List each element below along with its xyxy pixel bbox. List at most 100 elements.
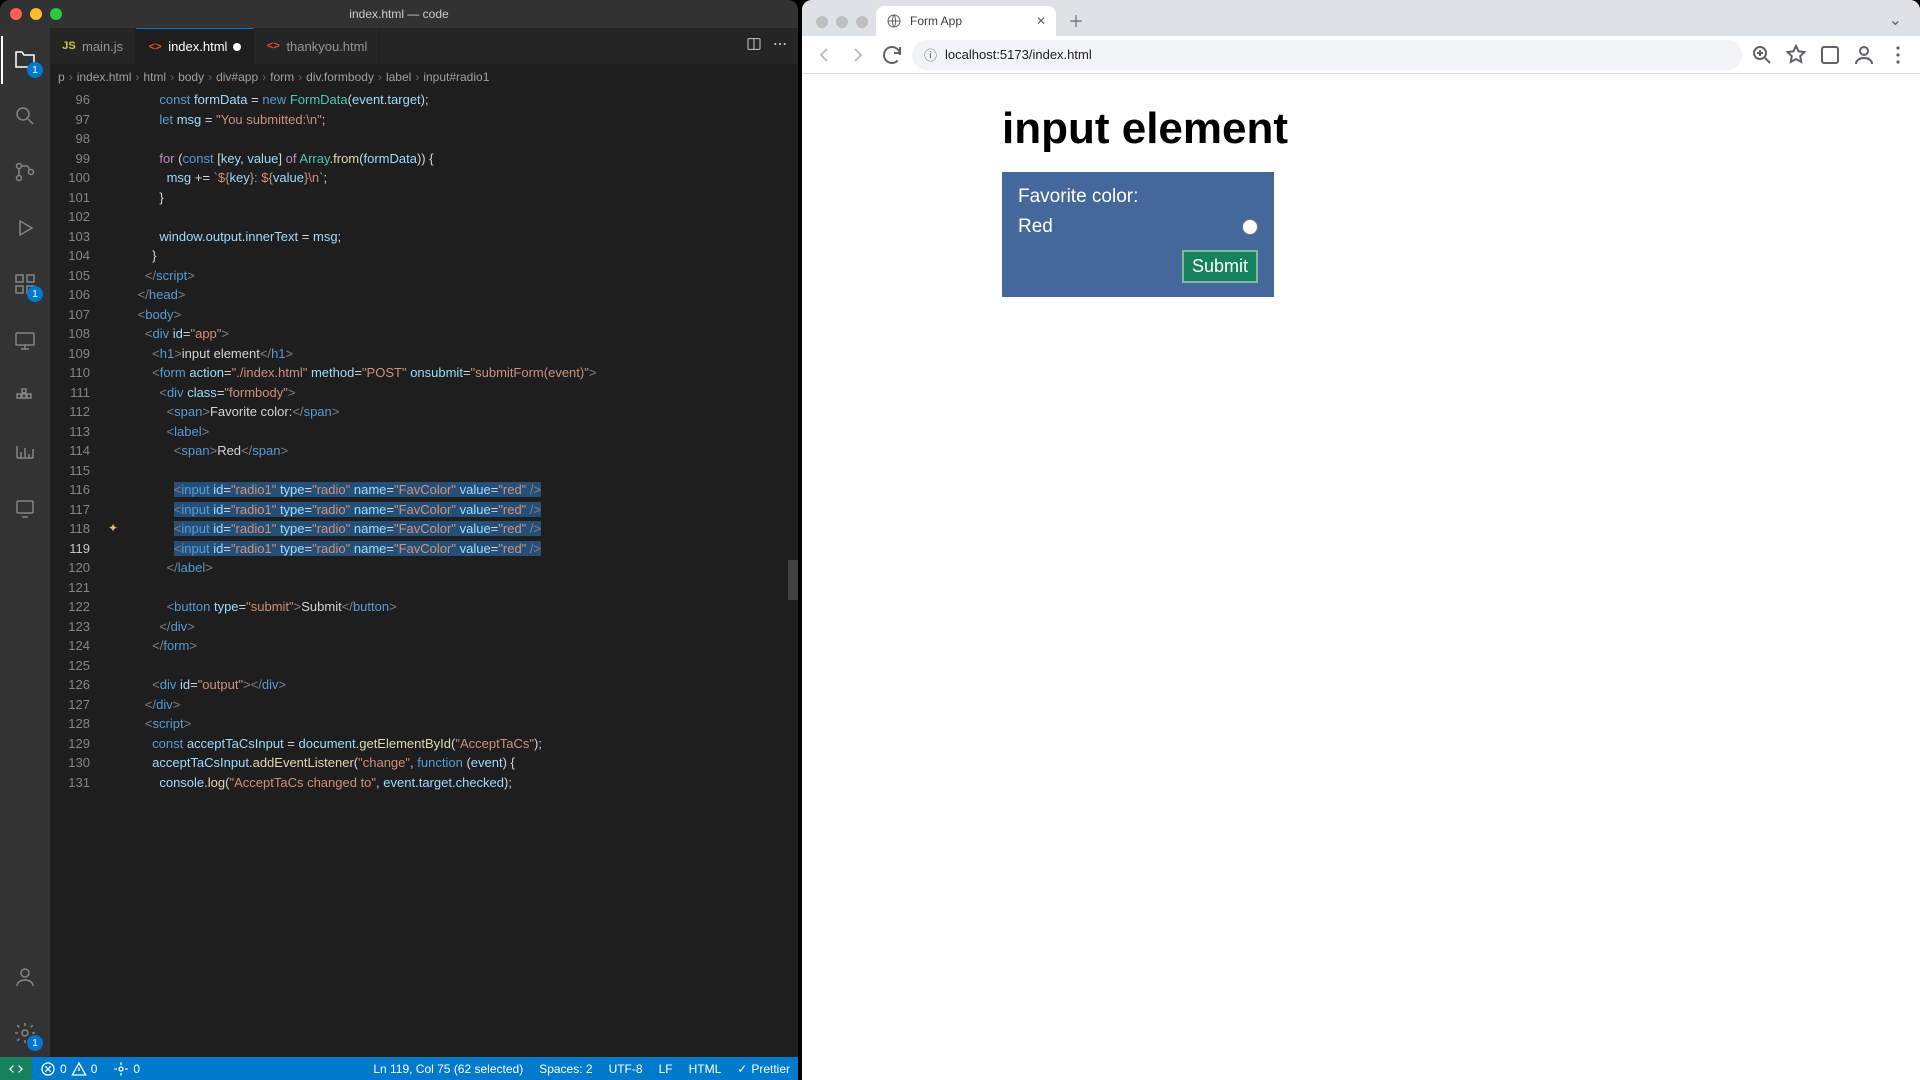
browser-tab[interactable]: Form App ✕ [876, 6, 1056, 36]
code-line[interactable]: <form action="./index.html" method="POST… [106, 363, 788, 383]
graph-icon[interactable] [1, 428, 49, 476]
explorer-icon[interactable]: 1 [1, 36, 49, 84]
code-line[interactable]: <h1>input element</h1> [106, 344, 788, 364]
status-eol[interactable]: LF [651, 1057, 681, 1080]
code-line[interactable]: <div class="formbody"> [106, 383, 788, 403]
code-line[interactable]: <div id="app"> [106, 324, 788, 344]
scrollbar[interactable] [788, 90, 798, 1057]
breadcrumb-item[interactable]: body [178, 70, 204, 84]
live-share-icon[interactable] [1, 484, 49, 532]
address-bar[interactable]: ⓘ localhost:5173/index.html [912, 40, 1742, 70]
remote-explorer-icon[interactable] [1, 316, 49, 364]
breadcrumb-item[interactable]: input#radio1 [423, 70, 489, 84]
code-line[interactable]: <script> [106, 714, 788, 734]
browser-close-icon[interactable] [816, 16, 828, 28]
code-editor[interactable]: 9697989910010110210310410510610710810911… [50, 90, 798, 1057]
code-line[interactable]: </label> [106, 558, 788, 578]
lightbulb-icon[interactable]: ✦ [108, 519, 118, 539]
status-spaces[interactable]: Spaces: 2 [531, 1057, 600, 1080]
code-line[interactable]: for (const [key, value] of Array.from(fo… [106, 149, 788, 169]
code-line[interactable]: const formData = new FormData(event.targ… [106, 90, 788, 110]
code-line[interactable] [106, 656, 788, 676]
minimize-window-icon[interactable] [30, 8, 42, 20]
code-line[interactable]: <input id="radio1" type="radio" name="Fa… [106, 519, 788, 539]
breadcrumb-item[interactable]: div#app [216, 70, 258, 84]
browser-traffic-lights [810, 16, 876, 36]
breadcrumbs[interactable]: p›index.html›html›body›div#app›form›div.… [50, 64, 798, 90]
status-language[interactable]: HTML [681, 1057, 730, 1080]
code-line[interactable]: <body> [106, 305, 788, 325]
editor-tab-thankyou-html[interactable]: <>thankyou.html [254, 28, 380, 64]
browser-zoom-icon[interactable] [856, 16, 868, 28]
code-line[interactable]: acceptTaCsInput.addEventListener("change… [106, 753, 788, 773]
back-icon[interactable] [810, 41, 838, 69]
close-window-icon[interactable] [10, 8, 22, 20]
code-line[interactable]: } [106, 188, 788, 208]
bookmark-star-icon[interactable] [1782, 41, 1810, 69]
settings-gear-icon[interactable]: 1 [1, 1009, 49, 1057]
code-line[interactable]: } [106, 246, 788, 266]
code-line[interactable] [106, 578, 788, 598]
code-line[interactable]: const acceptTaCsInput = document.getElem… [106, 734, 788, 754]
status-cursor[interactable]: Ln 119, Col 75 (62 selected) [365, 1057, 531, 1080]
code-line[interactable]: <button type="submit">Submit</button> [106, 597, 788, 617]
code-line[interactable]: <input id="radio1" type="radio" name="Fa… [106, 480, 788, 500]
zoom-window-icon[interactable] [50, 8, 62, 20]
tab-close-icon[interactable]: ✕ [1036, 14, 1046, 28]
reload-icon[interactable] [878, 41, 906, 69]
breadcrumb-item[interactable]: form [270, 70, 294, 84]
code-line[interactable]: </form> [106, 636, 788, 656]
code-line[interactable]: </script> [106, 266, 788, 286]
breadcrumb-item[interactable]: p [58, 70, 65, 84]
account-icon[interactable] [1, 953, 49, 1001]
split-editor-icon[interactable] [746, 36, 762, 57]
submit-button[interactable]: Submit [1182, 250, 1258, 283]
code-line[interactable]: <label> [106, 422, 788, 442]
code-line[interactable]: </div> [106, 617, 788, 637]
extensions-icon[interactable]: 1 [1, 260, 49, 308]
code-area[interactable]: ⌶ const formData = new FormData(event.ta… [106, 90, 788, 1057]
code-line[interactable]: </div> [106, 695, 788, 715]
profile-avatar-icon[interactable] [1850, 41, 1878, 69]
breadcrumb-item[interactable]: index.html [77, 70, 132, 84]
status-ports[interactable]: 0 [105, 1057, 148, 1080]
site-info-icon[interactable]: ⓘ [924, 45, 937, 64]
code-line[interactable]: </head> [106, 285, 788, 305]
forward-icon[interactable] [844, 41, 872, 69]
editor-tab-index-html[interactable]: <>index.html [136, 28, 254, 64]
code-line[interactable] [106, 461, 788, 481]
scroll-thumb[interactable] [788, 560, 798, 600]
status-prettier[interactable]: ✓ Prettier [729, 1057, 798, 1080]
zoom-icon[interactable] [1748, 41, 1776, 69]
remote-indicator-icon[interactable] [0, 1057, 32, 1080]
search-icon[interactable] [1, 92, 49, 140]
breadcrumb-item[interactable]: label [386, 70, 411, 84]
code-line[interactable]: <input id="radio1" type="radio" name="Fa… [106, 500, 788, 520]
code-line[interactable]: <span>Red</span> [106, 441, 788, 461]
code-line[interactable]: msg += `${key}: ${value}\n`; [106, 168, 788, 188]
editor-tab-main-js[interactable]: JSmain.js [50, 28, 136, 64]
tabs-dropdown-icon[interactable]: ⌄ [1879, 10, 1912, 36]
extensions-puzzle-icon[interactable] [1816, 41, 1844, 69]
breadcrumb-item[interactable]: div.formbody [306, 70, 374, 84]
docker-icon[interactable] [1, 372, 49, 420]
form-body: Favorite color: Red Submit [1002, 172, 1274, 297]
code-line[interactable]: <div id="output"></div> [106, 675, 788, 695]
status-encoding[interactable]: UTF-8 [601, 1057, 651, 1080]
source-control-icon[interactable] [1, 148, 49, 196]
more-actions-icon[interactable] [772, 36, 788, 57]
code-line[interactable]: window.output.innerText = msg; [106, 227, 788, 247]
code-line[interactable]: let msg = "You submitted:\n"; [106, 110, 788, 130]
code-line[interactable]: console.log("AcceptTaCs changed to", eve… [106, 773, 788, 793]
code-line[interactable]: <input id="radio1" type="radio" name="Fa… [106, 539, 788, 559]
breadcrumb-item[interactable]: html [143, 70, 166, 84]
code-line[interactable] [106, 129, 788, 149]
browser-minimize-icon[interactable] [836, 16, 848, 28]
code-line[interactable]: <span>Favorite color:</span> [106, 402, 788, 422]
radio-red[interactable] [1242, 219, 1258, 235]
status-errors[interactable]: 0 0 [32, 1057, 105, 1080]
code-line[interactable] [106, 207, 788, 227]
menu-kebab-icon[interactable] [1884, 41, 1912, 69]
run-debug-icon[interactable] [1, 204, 49, 252]
new-tab-icon[interactable]: ＋ [1062, 6, 1090, 34]
